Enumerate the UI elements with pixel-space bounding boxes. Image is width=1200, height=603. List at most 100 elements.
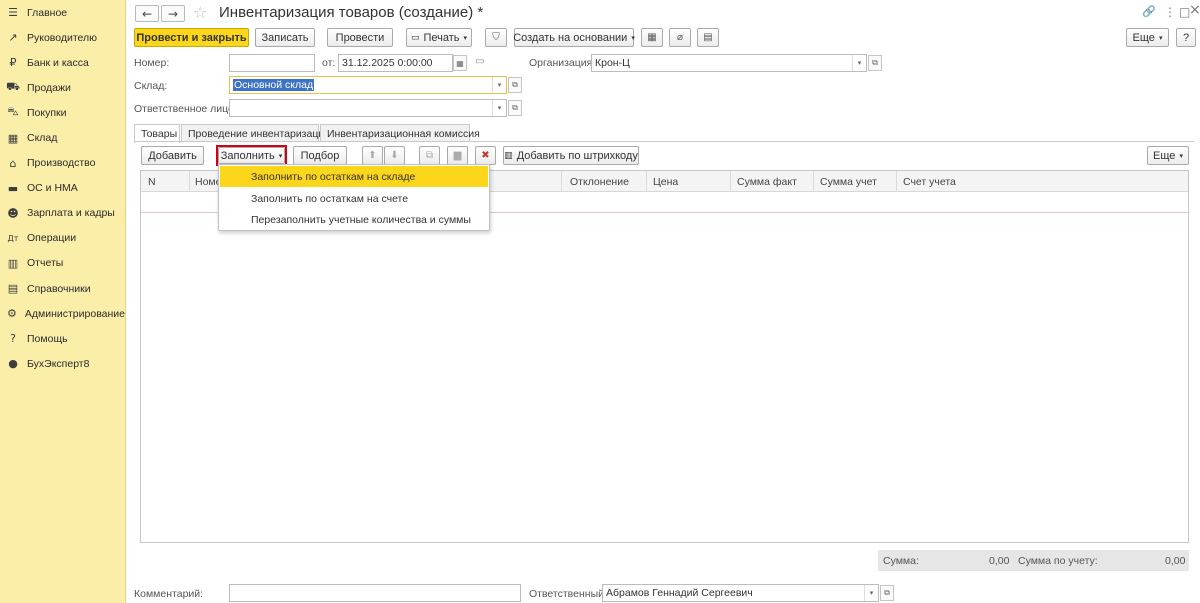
chevron-down-icon[interactable]: ▾ bbox=[852, 55, 866, 71]
date-field[interactable]: 31.12.2025 0:00:00 bbox=[338, 54, 453, 72]
sidebar-item-label: Помощь bbox=[27, 332, 68, 345]
sidebar-item-assets[interactable]: ▬ ОС и НМА bbox=[0, 176, 125, 201]
barcode-icon: ▥ bbox=[504, 150, 513, 161]
truck-icon: ▬ bbox=[7, 181, 19, 195]
tab-inventory-commission[interactable]: Инвентаризационная комиссия bbox=[320, 124, 480, 142]
edo-button[interactable]: ⛉ bbox=[485, 28, 507, 47]
sidebar-item-help[interactable]: ? Помощь bbox=[0, 326, 125, 351]
responsible-open-button[interactable]: ⧉ bbox=[508, 100, 522, 116]
organization-field[interactable]: Крон-Ц ▾ bbox=[591, 54, 867, 72]
chevron-down-icon: ▾ bbox=[631, 33, 635, 42]
forward-button[interactable]: → bbox=[161, 5, 185, 22]
sidebar-item-main[interactable]: ☰ Главное bbox=[0, 0, 125, 25]
column-header-n[interactable]: N bbox=[148, 176, 156, 188]
more-button[interactable]: Еще ▾ bbox=[1126, 28, 1169, 47]
chevron-down-icon[interactable]: ▾ bbox=[492, 100, 506, 116]
sidebar-item-label: Банк и касса bbox=[27, 56, 89, 69]
column-header-deviation[interactable]: Отклонение bbox=[570, 176, 629, 188]
structure-button[interactable]: ▦ bbox=[641, 28, 663, 47]
sidebar-item-production[interactable]: ⌂ Производство bbox=[0, 151, 125, 176]
post-button[interactable]: Провести bbox=[327, 28, 393, 47]
sidebar-item-directories[interactable]: ▤ Справочники bbox=[0, 276, 125, 301]
help-button[interactable]: ? bbox=[1176, 28, 1196, 47]
sidebar-item-admin[interactable]: ⚙ Администрирование bbox=[0, 301, 125, 326]
warehouse-icon: ▦ bbox=[7, 131, 19, 145]
chevron-down-icon[interactable]: ▾ bbox=[864, 585, 878, 601]
menu-item-refill-quantities[interactable]: Перезаполнить учетные количества и суммы bbox=[220, 209, 488, 230]
sum-label: Сумма: bbox=[883, 555, 919, 567]
sidebar-item-expert[interactable]: ● БухЭксперт8 bbox=[0, 351, 125, 376]
number-label: Номер: bbox=[134, 57, 170, 69]
responsible-field[interactable]: Абрамов Геннадий Сергеевич ▾ bbox=[602, 584, 879, 602]
paste-button[interactable]: ▆ bbox=[447, 146, 468, 165]
add-by-barcode-button[interactable]: ▥ Добавить по штрихкоду bbox=[503, 146, 639, 165]
move-up-button[interactable]: ⬆ bbox=[362, 146, 383, 165]
basket-icon: ⛍ bbox=[7, 105, 19, 119]
printer-icon: ▭ bbox=[410, 32, 420, 43]
notify-icon[interactable]: ▭ bbox=[475, 56, 484, 67]
chevron-down-icon[interactable]: ▾ bbox=[492, 77, 506, 93]
chevron-down-icon: ▾ bbox=[1158, 33, 1163, 42]
reports-icon: ▥ bbox=[7, 256, 19, 270]
column-divider bbox=[813, 171, 814, 192]
tab-inventory-posting[interactable]: Проведение инвентаризации bbox=[181, 124, 330, 142]
sidebar-item-operations[interactable]: Дт Операции bbox=[0, 226, 125, 251]
menu-item-fill-by-warehouse[interactable]: Заполнить по остаткам на складе bbox=[220, 166, 488, 187]
copy-button[interactable]: ⧉ bbox=[419, 146, 440, 165]
fill-button[interactable]: Заполнить ▾ bbox=[218, 147, 285, 164]
copy-icon: ⧉ bbox=[425, 150, 434, 161]
sidebar: ☰ Главное ↗ Руководителю ₽ Банк и касса ⛟ Пр… bbox=[0, 0, 126, 603]
sidebar-item-manager[interactable]: ↗ Руководителю bbox=[0, 25, 125, 50]
sidebar-item-label: ОС и НМА bbox=[27, 182, 78, 195]
more-label: Еще bbox=[1132, 31, 1155, 44]
column-header-price[interactable]: Цена bbox=[653, 176, 678, 188]
responsible-label: Ответственный: bbox=[529, 588, 607, 600]
save-button[interactable]: Записать bbox=[255, 28, 315, 47]
clear-button[interactable]: ✖ bbox=[475, 146, 496, 165]
link-icon[interactable]: 🔗 bbox=[1142, 5, 1156, 18]
number-field[interactable] bbox=[229, 54, 315, 72]
sidebar-item-label: Администрирование bbox=[24, 307, 125, 320]
warehouse-field[interactable]: Основной склад ▾ bbox=[229, 76, 507, 94]
responsible-open-button-bottom[interactable]: ⧉ bbox=[880, 585, 894, 601]
sidebar-item-label: Справочники bbox=[27, 282, 91, 295]
post-and-close-button[interactable]: Провести и закрыть bbox=[134, 28, 249, 47]
calendar-icon: ▦ bbox=[456, 58, 464, 68]
add-button[interactable]: Добавить bbox=[141, 146, 204, 165]
warehouse-open-button[interactable]: ⧉ bbox=[508, 77, 522, 93]
grid-more-button[interactable]: Еще ▾ bbox=[1147, 146, 1189, 165]
people-icon: ☻ bbox=[7, 206, 19, 220]
favorite-star-icon[interactable]: ☆ bbox=[193, 3, 207, 22]
sidebar-item-warehouse[interactable]: ▦ Склад bbox=[0, 125, 125, 150]
sidebar-item-sales[interactable]: ⛟ Продажи bbox=[0, 75, 125, 100]
fill-dropdown-menu: Заполнить по остаткам на складе Заполнит… bbox=[218, 164, 490, 231]
help-icon: ? bbox=[10, 332, 16, 346]
print-button[interactable]: ▭ Печать ▾ bbox=[406, 28, 472, 47]
sum-value: 0,00 bbox=[989, 555, 1010, 567]
organization-open-button[interactable]: ⧉ bbox=[868, 55, 882, 71]
sidebar-item-salary[interactable]: ☻ Зарплата и кадры bbox=[0, 201, 125, 226]
select-button[interactable]: Подбор bbox=[293, 146, 347, 165]
sidebar-item-bank[interactable]: ₽ Банк и касса bbox=[0, 50, 125, 75]
responsible-person-field[interactable]: ▾ bbox=[229, 99, 507, 117]
close-icon[interactable]: × bbox=[1189, 2, 1200, 18]
sum-account-value: 0,00 bbox=[1165, 555, 1186, 567]
arrow-left-icon: ← bbox=[141, 6, 153, 21]
organization-value: Крон-Ц bbox=[595, 57, 630, 69]
menu-item-fill-by-account[interactable]: Заполнить по остаткам на счете bbox=[220, 188, 488, 209]
move-down-button[interactable]: ⬇ bbox=[384, 146, 405, 165]
sidebar-item-purchases[interactable]: ⛍ Покупки bbox=[0, 100, 125, 125]
more-vertical-icon[interactable]: ⋮ bbox=[1164, 5, 1176, 19]
back-button[interactable]: ← bbox=[135, 5, 159, 22]
create-based-on-button[interactable]: Создать на основании ▾ bbox=[513, 28, 635, 47]
calendar-button[interactable]: ▦ bbox=[453, 55, 467, 71]
journal-button[interactable]: ▤ bbox=[697, 28, 719, 47]
column-header-account[interactable]: Счет учета bbox=[903, 176, 956, 188]
column-divider bbox=[189, 171, 190, 192]
comment-field[interactable] bbox=[229, 584, 521, 602]
date-label: от: bbox=[322, 57, 336, 69]
attach-button[interactable]: ⌀ bbox=[669, 28, 691, 47]
sidebar-item-reports[interactable]: ▥ Отчеты bbox=[0, 251, 125, 276]
column-header-sum-fact[interactable]: Сумма факт bbox=[737, 176, 797, 188]
column-header-sum-account[interactable]: Сумма учет bbox=[820, 176, 877, 188]
